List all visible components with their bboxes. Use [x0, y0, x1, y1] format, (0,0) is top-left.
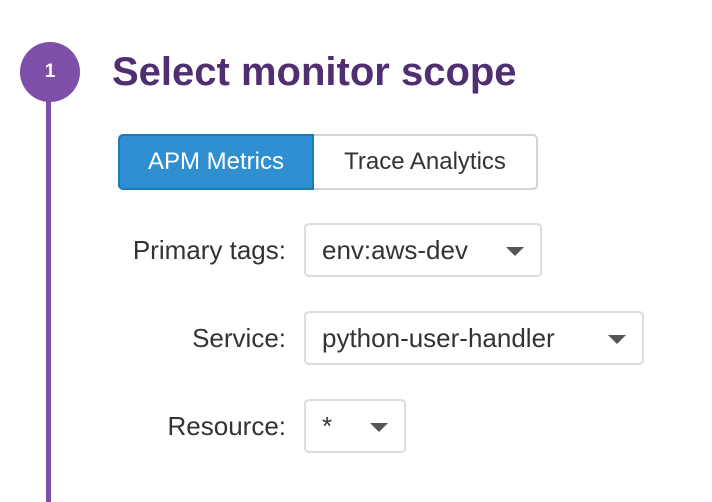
page-title: Select monitor scope	[112, 50, 517, 94]
service-row: Service: python-user-handler	[0, 311, 712, 365]
chevron-down-icon	[608, 335, 626, 344]
primary-tags-select[interactable]: env:aws-dev	[304, 223, 542, 277]
service-value: python-user-handler	[322, 322, 555, 353]
step-number-badge: 1	[20, 42, 80, 102]
scope-toggle: APM Metrics Trace Analytics	[118, 134, 538, 190]
chevron-down-icon	[506, 247, 524, 256]
resource-label: Resource:	[167, 410, 287, 441]
chevron-down-icon	[370, 423, 388, 432]
primary-tags-label: Primary tags:	[132, 234, 286, 265]
primary-tags-value: env:aws-dev	[322, 234, 468, 265]
resource-row: Resource: *	[0, 399, 712, 453]
resource-value: *	[322, 410, 333, 441]
apm-metrics-button[interactable]: APM Metrics	[118, 134, 314, 190]
trace-analytics-button[interactable]: Trace Analytics	[314, 134, 538, 190]
primary-tags-row: Primary tags: env:aws-dev	[0, 223, 712, 277]
resource-select[interactable]: *	[304, 399, 406, 453]
service-label: Service:	[192, 322, 286, 353]
service-select[interactable]: python-user-handler	[304, 311, 644, 365]
